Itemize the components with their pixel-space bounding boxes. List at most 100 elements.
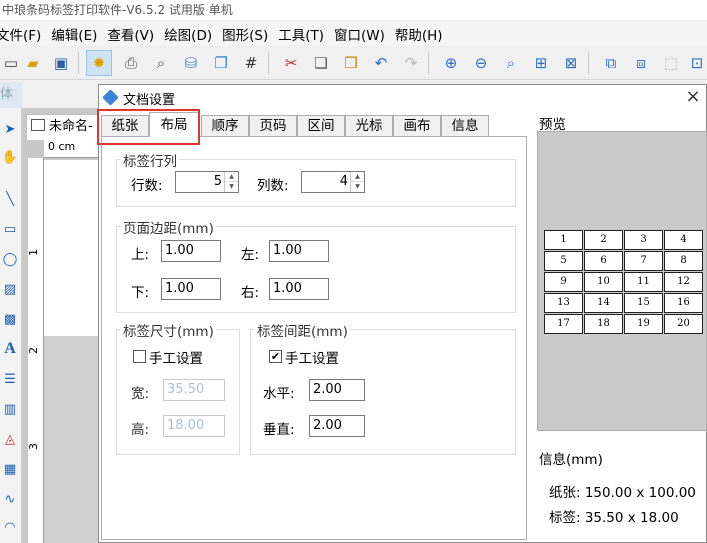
document-settings-dialog: 文档设置 × 纸张 布局 顺序 页码 区间 光标 画布 信息 标签行列 行数: … xyxy=(97,84,707,543)
spin-up-icon[interactable]: ▲ xyxy=(351,172,364,182)
picture-tool-icon[interactable]: ▩ xyxy=(0,308,20,330)
arrange-icon[interactable]: ⊡ xyxy=(686,52,707,74)
spin-down-icon[interactable]: ▼ xyxy=(225,182,238,192)
tab-cursor[interactable]: 光标 xyxy=(345,115,393,136)
ruler-left-mark: 1 xyxy=(27,249,40,256)
select-arrow-icon[interactable]: ➤ xyxy=(0,118,20,140)
settings-diamond-icon xyxy=(102,89,119,106)
ellipse-tool-icon[interactable]: ◯ xyxy=(0,248,20,270)
group-icon[interactable]: ⧉ xyxy=(600,52,622,74)
tab-range[interactable]: 区间 xyxy=(297,115,345,136)
document-tab[interactable]: 未命名- xyxy=(26,114,98,140)
spacing-manual-checkbox[interactable]: ✔ xyxy=(269,350,282,363)
menu-help[interactable]: 帮助(H) xyxy=(393,24,451,44)
pan-icon[interactable]: ✋ xyxy=(0,146,20,168)
preview-cell: 20 xyxy=(664,314,703,334)
open-folder-icon[interactable]: ▰ xyxy=(22,52,44,74)
save-icon[interactable]: ▣ xyxy=(50,52,72,74)
close-icon[interactable]: × xyxy=(682,86,704,108)
left-margin-field[interactable]: 1.00 xyxy=(269,240,329,262)
label-height-field[interactable]: 18.00 xyxy=(163,415,225,437)
fit-width-icon[interactable]: ⊠ xyxy=(560,52,582,74)
preview-cell: 2 xyxy=(584,230,623,250)
spin-up-icon[interactable]: ▲ xyxy=(225,172,238,182)
shape-tool-icon[interactable]: ◬ xyxy=(0,428,20,450)
menu-edit[interactable]: 编辑(E) xyxy=(49,24,105,44)
preview-cell: 13 xyxy=(544,293,583,313)
cols-stepper[interactable]: 4 ▲ ▼ xyxy=(301,171,365,193)
menu-tools[interactable]: 工具(T) xyxy=(276,24,332,44)
text-tool-icon[interactable]: A xyxy=(0,338,20,360)
label-width-field[interactable]: 35.50 xyxy=(163,379,225,401)
preview-cell: 14 xyxy=(584,293,623,313)
menu-window[interactable]: 窗口(W) xyxy=(332,24,393,44)
horizontal-spacing-label: 水平: xyxy=(263,386,295,402)
zoom-icon[interactable]: ⌕ xyxy=(500,52,522,74)
toolbar: ▭ ▰ ▣ ✹ ⎙ ⌕ ⛁ ❐ # ✂ ❏ ❒ ↶ ↷ ⊕ ⊖ ⌕ ⊞ ⊠ ⧉ … xyxy=(0,46,707,80)
cut-icon[interactable]: ✂ xyxy=(280,52,302,74)
menu-shape[interactable]: 图形(S) xyxy=(220,24,276,44)
vertical-spacing-field[interactable]: 2.00 xyxy=(309,415,365,437)
ruler-left-mark: 2 xyxy=(27,347,40,354)
fit-page-icon[interactable]: ⊞ xyxy=(530,52,552,74)
database-icon[interactable]: ⛁ xyxy=(180,52,202,74)
tab-page-number[interactable]: 页码 xyxy=(249,115,297,136)
tab-layout[interactable]: 布局 xyxy=(149,112,199,137)
qrcode-tool-icon[interactable]: ▦ xyxy=(0,458,20,480)
menu-view[interactable]: 查看(V) xyxy=(105,24,162,44)
preview-cell: 17 xyxy=(544,314,583,334)
cols-value: 4 xyxy=(339,174,348,189)
arc-tool-icon[interactable]: ◠ xyxy=(0,516,20,538)
print-icon[interactable]: ⎙ xyxy=(120,52,142,74)
document-settings-gear-icon[interactable]: ✹ xyxy=(86,50,112,76)
paste-icon[interactable]: ❒ xyxy=(340,52,362,74)
tab-order[interactable]: 顺序 xyxy=(201,115,249,136)
rich-text-tool-icon[interactable]: ☰ xyxy=(0,368,20,390)
tab-info[interactable]: 信息 xyxy=(441,115,489,136)
menu-draw[interactable]: 绘图(D) xyxy=(162,24,220,44)
grid-icon[interactable]: # xyxy=(240,52,262,74)
copy-icon[interactable]: ❏ xyxy=(310,52,332,74)
right-margin-field[interactable]: 1.00 xyxy=(269,278,329,300)
ungroup-icon[interactable]: ⧈ xyxy=(630,52,652,74)
preview-cell: 12 xyxy=(664,272,703,292)
rectangle-tool-icon[interactable]: ▭ xyxy=(0,218,20,240)
left-margin-label: 左: xyxy=(241,247,260,263)
zoom-in-icon[interactable]: ⊕ xyxy=(440,52,462,74)
app-title: 中琅条码标签打印软件-V6.5.2 试用版 单机 xyxy=(0,0,707,20)
label-size-group-label: 标签尺寸(mm) xyxy=(121,320,216,340)
image-tool-icon[interactable]: ▨ xyxy=(0,278,20,300)
margins-group: 页面边距(mm) 上: 1.00 左: 1.00 下: 1.00 右: 1.00 xyxy=(116,217,516,313)
undo-icon[interactable]: ↶ xyxy=(370,52,392,74)
top-margin-label: 上: xyxy=(131,247,150,263)
print-preview-icon[interactable]: ⌕ xyxy=(150,52,172,74)
ruler-left-mark: 3 xyxy=(27,443,40,450)
menu-file[interactable]: 文件(F) xyxy=(0,24,49,44)
label-size-manual-checkbox[interactable] xyxy=(133,350,146,363)
bottom-margin-label: 下: xyxy=(131,285,150,301)
rows-cols-group: 标签行列 行数: 5 ▲ ▼ 列数: 4 ▲ ▼ xyxy=(116,150,516,207)
label-canvas[interactable] xyxy=(44,160,100,336)
barcode-tool-icon[interactable]: ▥ xyxy=(0,398,20,420)
spin-down-icon[interactable]: ▼ xyxy=(351,182,364,192)
bottom-margin-field[interactable]: 1.00 xyxy=(161,278,221,300)
cols-label: 列数: xyxy=(257,178,289,194)
new-doc-icon[interactable]: ▭ xyxy=(0,52,22,74)
redo-icon[interactable]: ↷ xyxy=(400,52,422,74)
top-margin-field[interactable]: 1.00 xyxy=(161,240,221,262)
tab-paper[interactable]: 纸张 xyxy=(101,115,149,136)
curve-tool-icon[interactable]: ∿ xyxy=(0,488,20,510)
menubar: 文件(F) 编辑(E) 查看(V) 绘图(D) 图形(S) 工具(T) 窗口(W… xyxy=(0,22,707,46)
label-height-label: 高: xyxy=(131,422,150,438)
zoom-out-icon[interactable]: ⊖ xyxy=(470,52,492,74)
dialog-titlebar[interactable]: 文档设置 × xyxy=(99,85,706,111)
horizontal-spacing-field[interactable]: 2.00 xyxy=(309,379,365,401)
layers-icon[interactable]: ❐ xyxy=(210,52,232,74)
align-icon[interactable]: ⬚ xyxy=(660,52,682,74)
preview-cell: 8 xyxy=(664,251,703,271)
vertical-spacing-label: 垂直: xyxy=(263,422,295,438)
line-tool-icon[interactable]: ╲ xyxy=(0,188,20,210)
tab-canvas[interactable]: 画布 xyxy=(393,115,441,136)
rows-stepper[interactable]: 5 ▲ ▼ xyxy=(175,171,239,193)
preview-cell: 11 xyxy=(624,272,663,292)
